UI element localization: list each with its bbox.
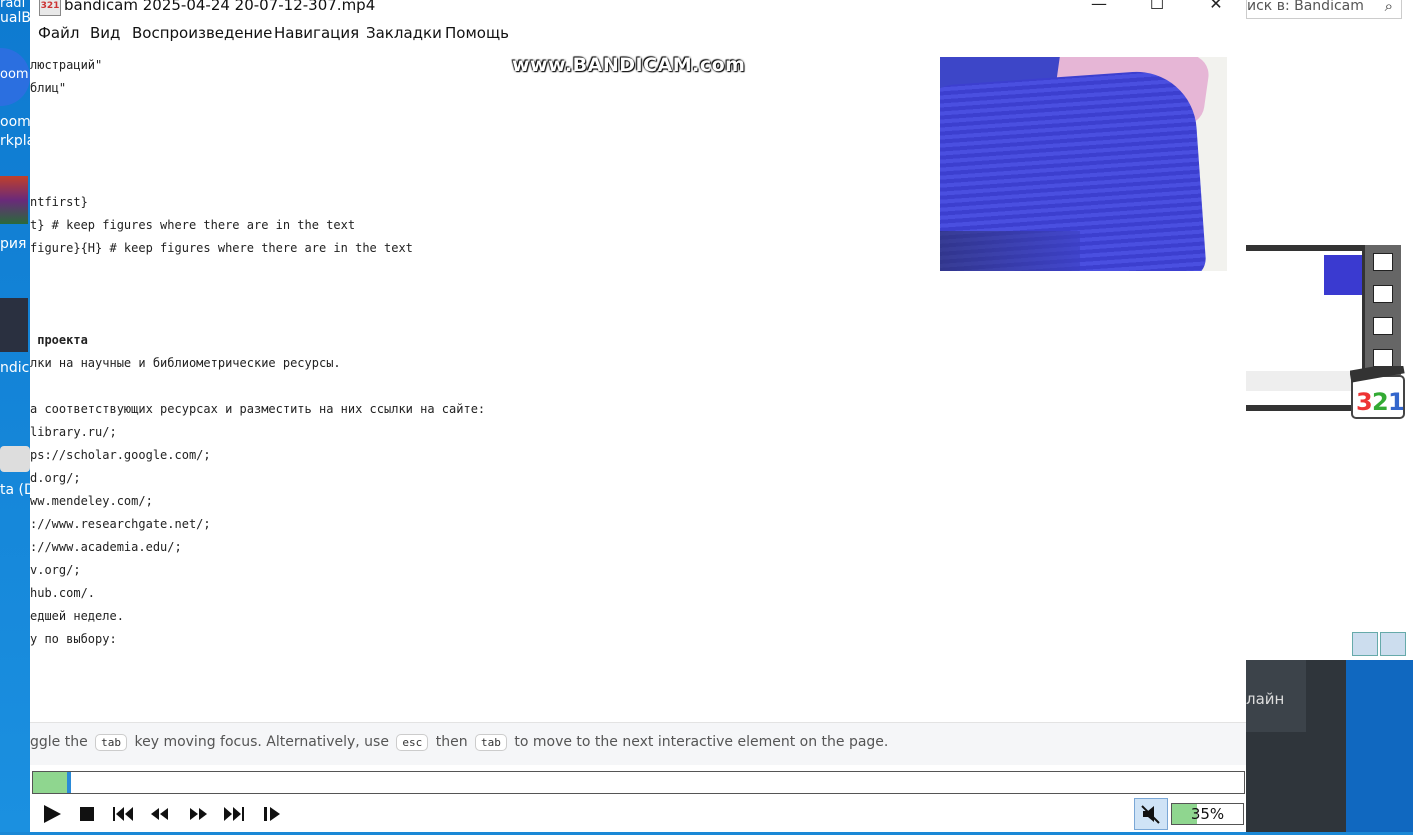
svg-text:1: 1 <box>1388 388 1405 416</box>
mpc-hc-logo-icon: 3 2 1 <box>1350 366 1405 419</box>
accessibility-hint-bar: ggle the tab key moving focus. Alternati… <box>30 722 1246 765</box>
menu-help[interactable]: Помощь <box>445 24 509 42</box>
search-input[interactable]: иск в: Bandicam ⌕ <box>1246 0 1402 19</box>
thumbnail-view-icon[interactable] <box>1380 632 1406 656</box>
search-icon[interactable]: ⌕ <box>1385 0 1393 14</box>
seek-progress <box>33 772 67 793</box>
menu-bar: Файл Вид Воспроизведение Навигация Закла… <box>30 24 1246 48</box>
app-icon[interactable]: 321 <box>39 0 61 16</box>
video-text-line: v.org/; <box>30 563 81 577</box>
title-bar[interactable]: 321 bandicam 2025-04-24 20-07-12-307.mp4… <box>30 0 1246 18</box>
filmstrip-icon <box>1365 245 1401 375</box>
media-player-window: 321 bandicam 2025-04-24 20-07-12-307.mp4… <box>30 0 1246 832</box>
video-text-line: ww.mendeley.com/; <box>30 494 153 508</box>
volume-percent: 35% <box>1190 805 1225 823</box>
webcam-shadow <box>940 231 1080 271</box>
desktop-label[interactable]: oom <box>0 114 31 130</box>
fast-forward-icon[interactable] <box>184 802 212 826</box>
svg-text:2: 2 <box>1372 388 1389 416</box>
video-text-line: у по выбору: <box>30 632 117 646</box>
stop-icon[interactable] <box>73 802 101 826</box>
window-title: bandicam 2025-04-24 20-07-12-307.mp4 <box>64 0 376 14</box>
video-text-line: library.ru/; <box>30 425 117 439</box>
video-text-line: d.org/; <box>30 471 81 485</box>
winrar-icon[interactable] <box>0 176 28 224</box>
menu-navigation[interactable]: Навигация <box>274 24 359 42</box>
video-frame[interactable]: люстраций" блиц" ntfirst} t} # keep figures… <box>30 52 1246 722</box>
desktop-label[interactable]: рия <box>0 236 26 252</box>
bandicam-folder-icon[interactable] <box>0 298 28 352</box>
video-text-line: ://www.researchgate.net/; <box>30 517 211 531</box>
film-hole <box>1373 285 1393 303</box>
playback-controls: 35% <box>30 798 1246 832</box>
desktop-label[interactable]: ualB <box>0 10 31 26</box>
seek-thumb[interactable] <box>67 772 71 793</box>
minimize-button[interactable]: — <box>1079 0 1119 16</box>
details-view-icon[interactable] <box>1352 632 1378 656</box>
next-icon[interactable] <box>220 802 248 826</box>
kbd-tab: tab <box>95 734 128 751</box>
kbd-esc: esc <box>396 734 429 751</box>
video-text-line: лки на научные и библиометрические ресур… <box>30 356 341 370</box>
close-button[interactable]: ✕ <box>1196 0 1236 16</box>
video-text-line: t} # keep figures where there are in the… <box>30 218 356 232</box>
desktop-background <box>1346 660 1413 832</box>
search-placeholder: иск в: Bandicam <box>1247 0 1364 14</box>
film-hole <box>1373 317 1393 335</box>
video-text-line: ntfirst} <box>30 195 88 209</box>
menu-view[interactable]: Вид <box>90 24 120 42</box>
video-text-line: ps://scholar.google.com/; <box>30 448 211 462</box>
video-text-line: а соответствующих ресурсах и разместить … <box>30 402 486 416</box>
mute-button[interactable] <box>1134 798 1168 830</box>
drive-icon[interactable] <box>0 446 30 472</box>
seek-bar[interactable] <box>32 771 1245 794</box>
webcam-overlay <box>940 57 1227 271</box>
kbd-tab: tab <box>475 734 507 751</box>
thumbnail-caption <box>1246 371 1362 391</box>
video-text-line: figure}{H} # keep figures where there ar… <box>30 241 413 255</box>
hint-prefix: ggle the <box>30 734 88 750</box>
video-text-line: ://www.academia.edu/; <box>30 540 182 554</box>
video-text-line: проекта <box>30 333 88 347</box>
menu-file[interactable]: Файл <box>38 24 79 42</box>
video-text-line: блиц" <box>30 81 67 95</box>
film-hole <box>1373 349 1393 367</box>
thumbnail-image <box>1324 255 1362 295</box>
view-toggle[interactable] <box>1352 632 1408 656</box>
play-icon[interactable] <box>38 802 66 826</box>
video-text-line: hub.com/. <box>30 586 96 600</box>
muted-speaker-icon <box>1141 805 1160 824</box>
rewind-icon[interactable] <box>146 802 174 826</box>
video-text-line: едшей неделе. <box>30 609 124 623</box>
menu-bookmarks[interactable]: Закладки <box>366 24 442 42</box>
hint-then: then <box>435 734 468 750</box>
bandicam-watermark: www.BANDICAM.com <box>512 54 746 76</box>
volume-slider[interactable]: 35% <box>1171 803 1244 825</box>
taskbar-label: лайн <box>1246 690 1285 708</box>
maximize-button[interactable]: ☐ <box>1137 0 1177 16</box>
film-hole <box>1373 253 1393 271</box>
hint-suffix: to move to the next interactive element … <box>514 734 889 750</box>
hint-middle: key moving focus. Alternatively, use <box>134 734 389 750</box>
previous-icon[interactable] <box>109 802 137 826</box>
hint-text: ggle the tab key moving focus. Alternati… <box>30 734 888 751</box>
desktop-label: oom <box>0 67 29 82</box>
frame-step-icon[interactable] <box>258 802 286 826</box>
menu-playback[interactable]: Воспроизведение <box>132 24 272 42</box>
video-text-line: люстраций" <box>30 58 103 72</box>
svg-text:3: 3 <box>1356 388 1373 416</box>
